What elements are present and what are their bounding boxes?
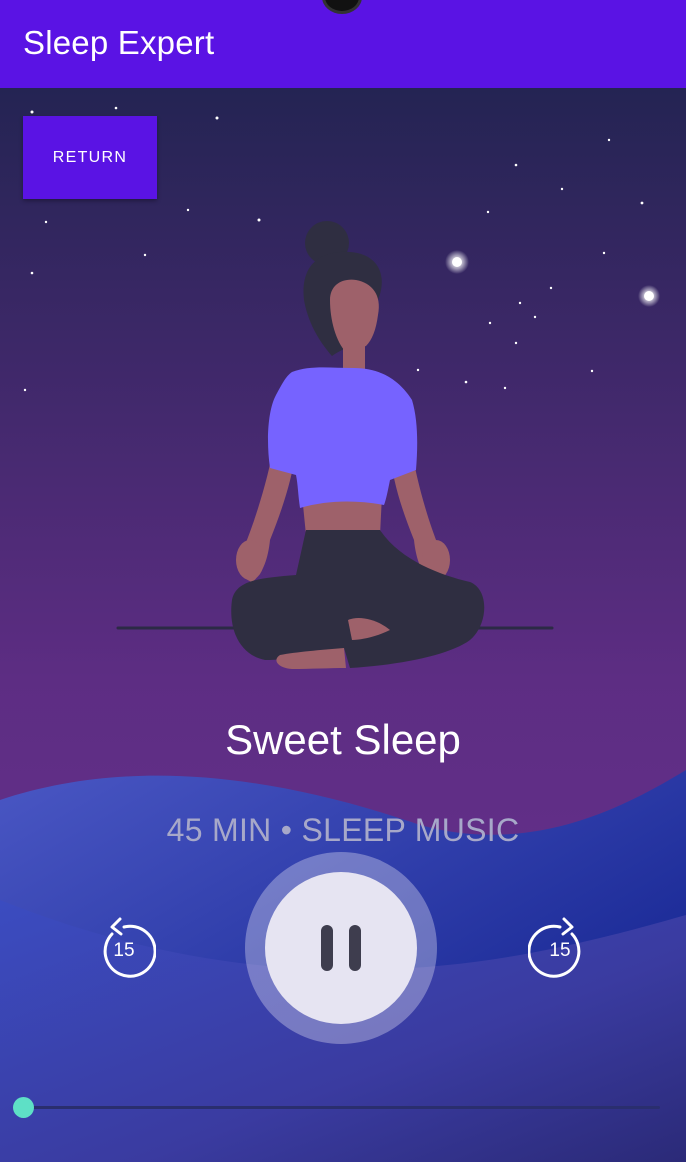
return-button[interactable]: RETURN <box>23 116 157 199</box>
skip-back-seconds: 15 <box>113 940 135 961</box>
app-title: Sleep Expert <box>23 24 215 61</box>
pause-button[interactable] <box>265 872 417 1024</box>
skip-forward-seconds: 15 <box>549 940 571 961</box>
seek-thumb[interactable] <box>13 1097 34 1118</box>
skip-back-button[interactable]: 15 <box>92 916 157 980</box>
app-bar: Sleep Expert <box>0 0 686 88</box>
pause-icon <box>321 925 361 971</box>
camera-cutout <box>322 0 362 14</box>
skip-forward-button[interactable]: 15 <box>527 916 592 980</box>
track-title: Sweet Sleep <box>225 716 461 763</box>
seek-bar[interactable] <box>24 1106 660 1109</box>
track-subtitle: 45 MIN • SLEEP MUSIC <box>166 812 520 848</box>
